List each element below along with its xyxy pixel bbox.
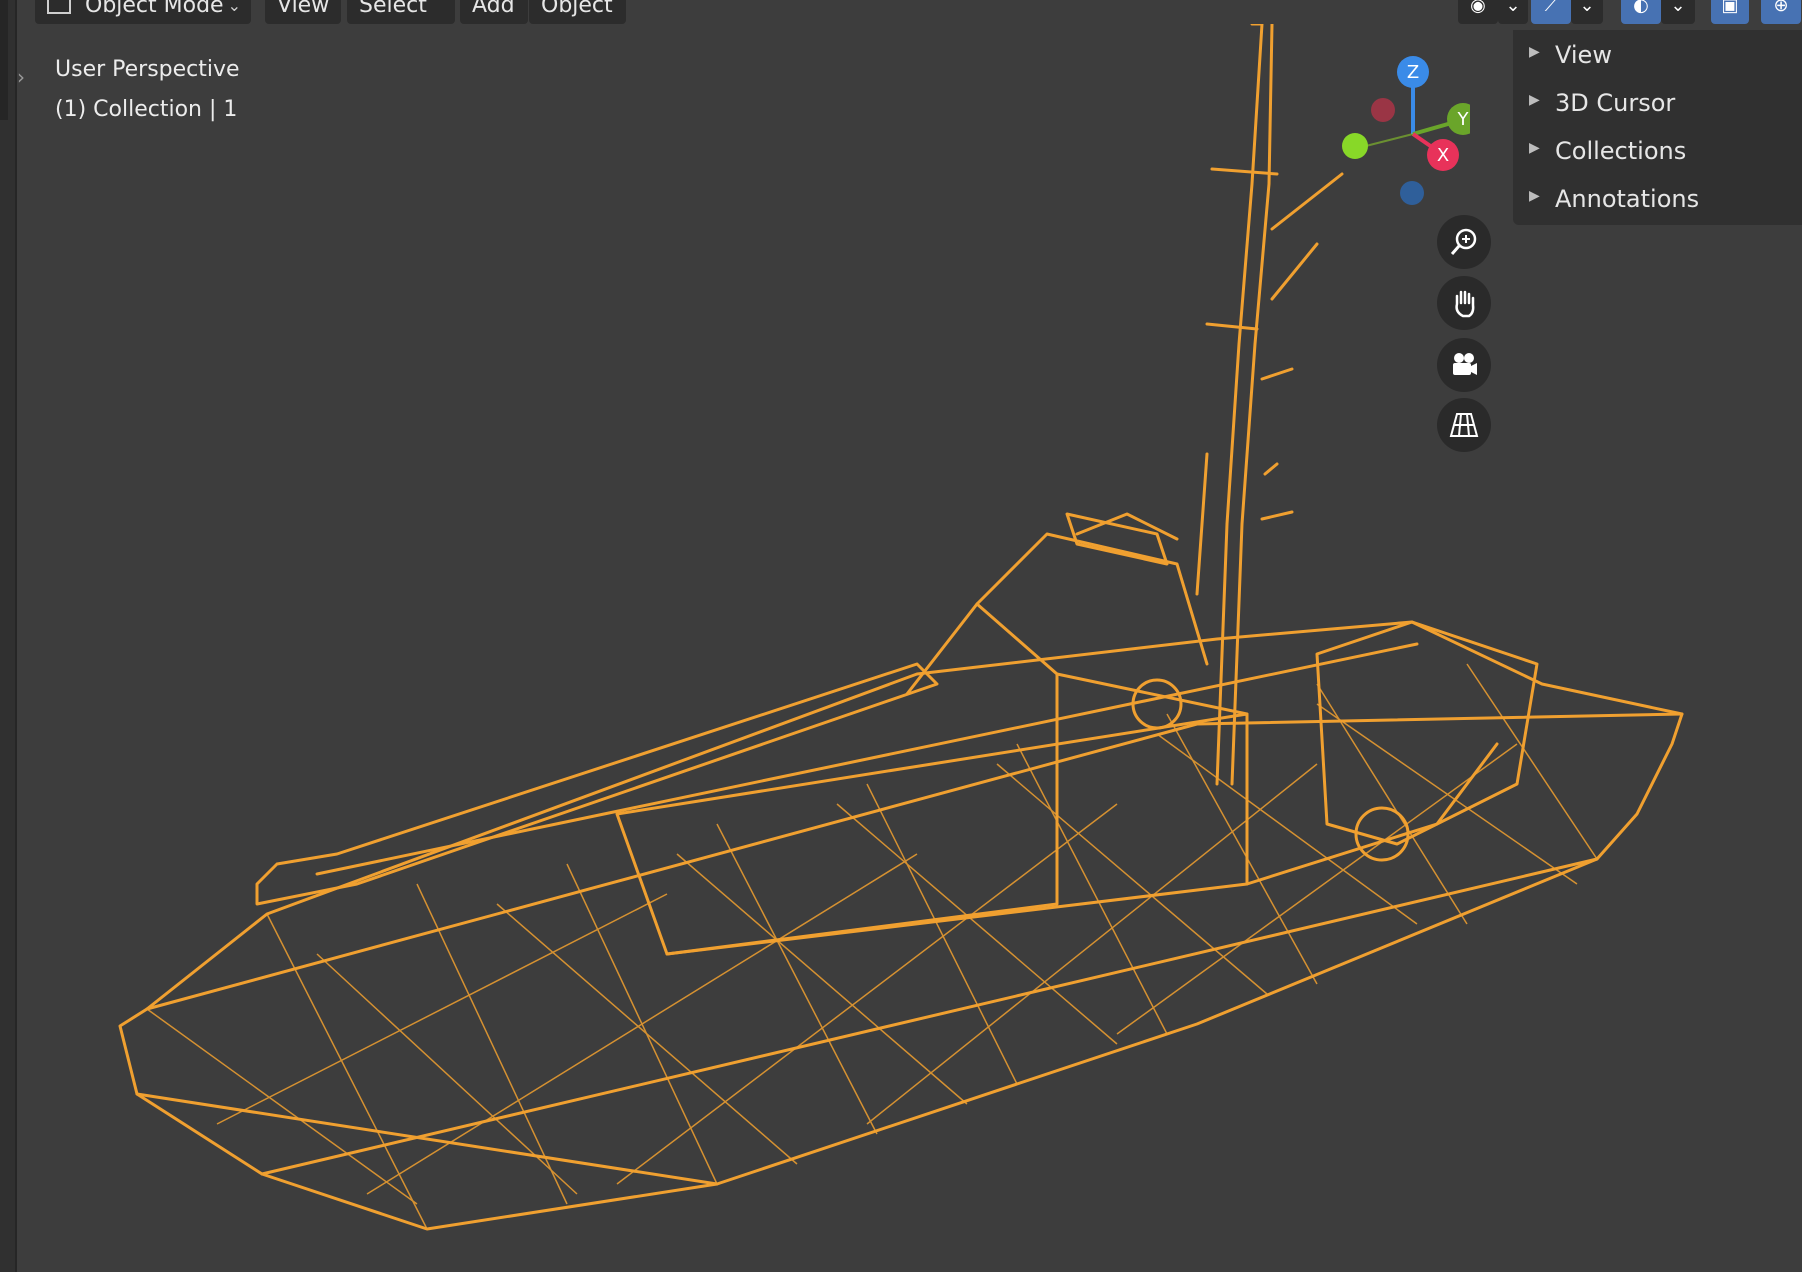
expand-triangle-icon: ▶ bbox=[1529, 44, 1540, 60]
viewport-header: Object Mode ⌄ View Select Add Object ◉ ⌄… bbox=[17, 0, 1802, 24]
pan-button[interactable] bbox=[1437, 276, 1491, 330]
panel-collections-label: Collections bbox=[1555, 137, 1687, 165]
gizmos-dropdown-icon[interactable]: ⌄ bbox=[1498, 0, 1528, 24]
camera-icon bbox=[1453, 353, 1477, 375]
axis-navigation-gizmo[interactable]: Z Y X bbox=[1330, 50, 1470, 210]
zoom-icon bbox=[1450, 228, 1477, 255]
menu-view[interactable]: View bbox=[265, 0, 341, 24]
panel-view-label: View bbox=[1555, 41, 1612, 69]
panel-annotations[interactable]: ▶ Annotations bbox=[1513, 178, 1802, 224]
panel-3d-cursor-label: 3D Cursor bbox=[1555, 89, 1676, 117]
overlays-icon[interactable]: ◐ bbox=[1621, 0, 1661, 24]
menu-object[interactable]: Object bbox=[529, 0, 626, 24]
sidebar-panel: ▶ View ▶ 3D Cursor ▶ Collections ▶ Annot… bbox=[1513, 30, 1802, 225]
panel-collections[interactable]: ▶ Collections bbox=[1513, 130, 1802, 176]
viewport-gizmos-icon[interactable]: ◉ bbox=[1458, 0, 1498, 24]
expand-triangle-icon: ▶ bbox=[1529, 188, 1540, 204]
pan-hand-icon bbox=[1455, 290, 1475, 318]
axis-y-label: Y bbox=[1457, 109, 1470, 130]
mode-selector[interactable]: Object Mode ⌄ bbox=[35, 0, 251, 24]
xray-icon[interactable]: ▣ bbox=[1711, 0, 1749, 24]
axis-z-label: Z bbox=[1407, 62, 1419, 83]
snapping-dropdown-icon[interactable]: ⌄ bbox=[1571, 0, 1603, 24]
panel-view[interactable]: ▶ View bbox=[1513, 34, 1802, 80]
panel-3d-cursor[interactable]: ▶ 3D Cursor bbox=[1513, 82, 1802, 128]
snapping-icon[interactable]: ⟋ bbox=[1531, 0, 1571, 24]
camera-view-button[interactable] bbox=[1437, 338, 1491, 392]
menu-add[interactable]: Add bbox=[460, 0, 528, 24]
chevron-down-icon: ⌄ bbox=[227, 0, 241, 15]
wireframe-shading-icon[interactable]: ⊕ bbox=[1761, 0, 1801, 24]
expand-triangle-icon: ▶ bbox=[1529, 92, 1540, 108]
menu-select[interactable]: Select bbox=[347, 0, 455, 24]
toolbar-strip bbox=[0, 0, 17, 1272]
ortho-toggle-button[interactable] bbox=[1437, 398, 1491, 452]
ortho-grid-icon bbox=[1449, 413, 1479, 437]
axis-x-label: X bbox=[1437, 145, 1449, 166]
mode-label: Object Mode bbox=[85, 0, 224, 18]
expand-triangle-icon: ▶ bbox=[1529, 140, 1540, 156]
toolbar-tab[interactable] bbox=[0, 0, 8, 120]
object-mode-icon bbox=[47, 0, 71, 14]
overlays-dropdown-icon[interactable]: ⌄ bbox=[1661, 0, 1695, 24]
panel-annotations-label: Annotations bbox=[1555, 185, 1700, 213]
zoom-button[interactable] bbox=[1437, 215, 1491, 269]
